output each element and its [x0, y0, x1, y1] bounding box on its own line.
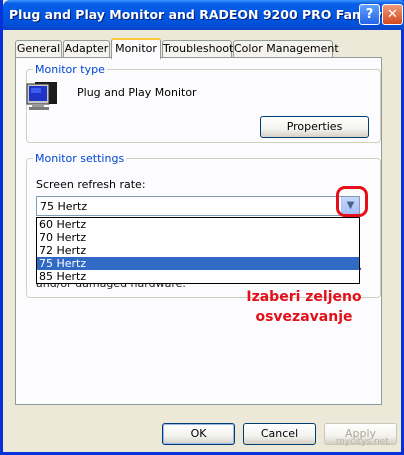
tab-general[interactable]: General	[15, 40, 62, 57]
monitor-settings-label: Monitor settings	[33, 152, 127, 165]
refresh-rate-select[interactable]: 75 Hertz ▼	[36, 196, 360, 216]
display-properties-dialog: Plug and Play Monitor and RADEON 9200 PR…	[0, 0, 404, 455]
help-button[interactable]: ?	[359, 4, 380, 25]
properties-button[interactable]: Properties	[260, 116, 369, 138]
instruction-annotation: Izaberi zeljeno osvezavanje	[229, 287, 379, 327]
refresh-rate-label: Screen refresh rate:	[36, 178, 146, 191]
refresh-rate-list[interactable]: 60 Hertz 70 Hertz 72 Hertz 75 Hertz 85 H…	[36, 217, 360, 284]
cancel-button[interactable]: Cancel	[243, 423, 316, 445]
window-title: Plug and Play Monitor and RADEON 9200 PR…	[9, 7, 401, 22]
monitor-icon	[26, 80, 60, 112]
tab-troubleshoot[interactable]: Troubleshoot	[162, 40, 233, 57]
ok-button[interactable]: OK	[162, 423, 235, 445]
option-85-hertz[interactable]: 85 Hertz	[37, 270, 359, 283]
tab-adapter[interactable]: Adapter	[63, 40, 110, 57]
monitor-name: Plug and Play Monitor	[77, 86, 197, 99]
dropdown-highlight-circle	[336, 186, 368, 217]
watermark: mycitys.net	[336, 437, 389, 447]
title-bar[interactable]: Plug and Play Monitor and RADEON 9200 PR…	[3, 0, 404, 30]
option-75-hertz[interactable]: 75 Hertz	[37, 257, 359, 270]
annotation-line-1: Izaberi zeljeno	[246, 289, 362, 305]
option-70-hertz[interactable]: 70 Hertz	[37, 231, 359, 244]
option-72-hertz[interactable]: 72 Hertz	[37, 244, 359, 257]
annotation-line-2: osvezavanje	[255, 309, 353, 325]
tab-color-management[interactable]: Color Management	[233, 40, 339, 57]
refresh-rate-value: 75 Hertz	[40, 200, 88, 213]
close-button[interactable]: ✕	[382, 4, 403, 25]
monitor-type-label: Monitor type	[33, 63, 107, 76]
tab-monitor[interactable]: Monitor	[111, 38, 161, 59]
option-60-hertz[interactable]: 60 Hertz	[37, 218, 359, 231]
